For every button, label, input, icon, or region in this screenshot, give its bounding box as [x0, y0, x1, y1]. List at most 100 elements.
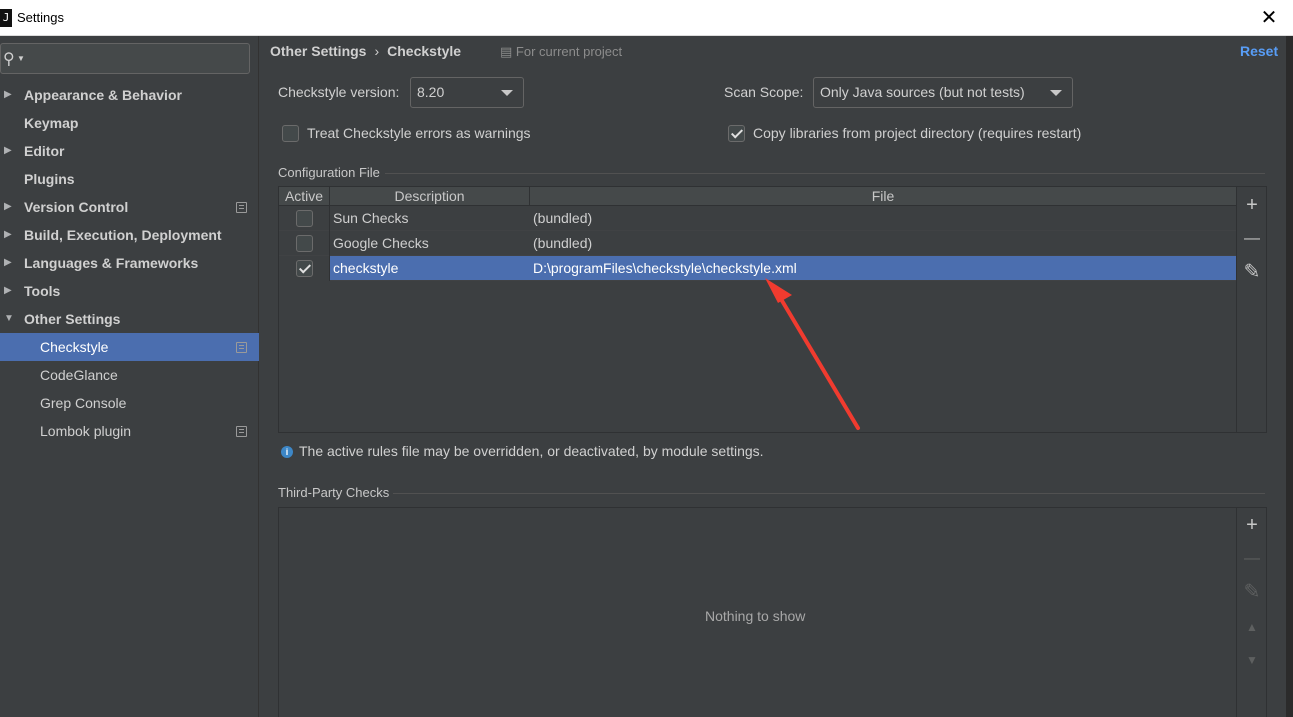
table-header: Active Description File: [279, 187, 1236, 206]
search-options-icon[interactable]: ▼: [17, 54, 25, 63]
intellij-icon: J: [0, 9, 12, 27]
column-header-file[interactable]: File: [530, 187, 1236, 206]
column-header-active[interactable]: Active: [279, 187, 330, 206]
expand-arrow-icon[interactable]: ▶: [4, 193, 12, 221]
third-party-checks-title: Third-Party Checks: [278, 485, 390, 500]
project-settings-icon: [236, 426, 247, 437]
sidebar-item-checkstyle[interactable]: Checkstyle: [0, 333, 259, 361]
project-settings-icon: ▤: [500, 44, 513, 59]
sidebar-item-keymap[interactable]: Keymap: [0, 109, 259, 137]
section-divider: [385, 173, 1265, 174]
sidebar-item-grep-console[interactable]: Grep Console: [0, 389, 259, 417]
minus-icon[interactable]: —: [1237, 224, 1267, 254]
plus-icon[interactable]: +: [1237, 190, 1267, 220]
file-cell: (bundled): [533, 210, 593, 226]
sidebar-item-label: Tools: [24, 283, 61, 299]
sidebar-item-label: Version Control: [24, 199, 129, 215]
breadcrumb-current: Checkstyle: [387, 43, 462, 59]
configuration-file-title: Configuration File: [278, 165, 380, 180]
for-current-project-label: For current project: [515, 44, 623, 59]
active-checkbox[interactable]: [296, 235, 313, 252]
info-text: The active rules file may be overridden,…: [299, 443, 764, 459]
active-checkbox[interactable]: [296, 210, 313, 227]
sidebar-item-build-execution-deployment[interactable]: ▶ Build, Execution, Deployment: [0, 221, 259, 249]
minus-icon[interactable]: —: [1237, 544, 1267, 574]
table-row-selected[interactable]: checkstyle D:\programFiles\checkstyle\ch…: [279, 256, 1236, 281]
sidebar-item-label: Keymap: [24, 115, 79, 131]
scan-scope-value: Only Java sources (but not tests): [820, 84, 1025, 100]
edit-icon[interactable]: ✎: [1237, 577, 1267, 607]
scan-scope-select[interactable]: Only Java sources (but not tests): [813, 77, 1073, 108]
sidebar-item-label: CodeGlance: [40, 367, 118, 383]
configuration-file-panel: Active Description File Sun Checks (bund…: [278, 186, 1267, 433]
breadcrumb: Other Settings › Checkstyle: [270, 43, 461, 59]
checkstyle-version-label: Checkstyle version:: [278, 84, 400, 100]
sidebar-item-plugins[interactable]: Plugins: [0, 165, 259, 193]
sidebar-item-label: Plugins: [24, 171, 75, 187]
third-party-checks-panel: Nothing to show + — ✎ ▲ ▼: [278, 507, 1267, 717]
plus-icon[interactable]: +: [1237, 510, 1267, 540]
checkstyle-version-value: 8.20: [417, 84, 445, 100]
active-cell: [279, 231, 330, 256]
for-current-project-note: ▤ For current project: [500, 44, 622, 60]
sidebar-item-label: Grep Console: [40, 395, 127, 411]
sidebar-item-label: Other Settings: [24, 311, 121, 327]
table-row[interactable]: Google Checks (bundled): [279, 231, 1236, 256]
title-bar: J Settings ✕: [0, 0, 1293, 36]
search-input[interactable]: ⚲ ▼: [0, 43, 250, 74]
active-cell: [279, 256, 330, 281]
close-button[interactable]: ✕: [1259, 7, 1279, 29]
window-title: Settings: [17, 10, 64, 25]
copy-libraries-label: Copy libraries from project directory (r…: [753, 125, 1082, 141]
expand-arrow-icon[interactable]: ▶: [4, 221, 12, 249]
copy-libraries-checkbox[interactable]: [728, 125, 745, 142]
move-down-icon[interactable]: ▼: [1237, 645, 1267, 675]
sidebar-item-lombok-plugin[interactable]: Lombok plugin: [0, 417, 259, 445]
section-divider: [393, 493, 1265, 494]
sidebar-item-codeglance[interactable]: CodeGlance: [0, 361, 259, 389]
checkstyle-version-select[interactable]: 8.20: [410, 77, 524, 108]
sidebar-item-version-control[interactable]: ▶ Version Control: [0, 193, 259, 221]
breadcrumb-separator: ›: [374, 43, 380, 59]
chevron-down-icon: [501, 90, 513, 96]
empty-state-text: Nothing to show: [705, 608, 806, 624]
expand-arrow-icon[interactable]: ▶: [4, 81, 12, 109]
background-window-edge: [1286, 36, 1293, 717]
sidebar-item-appearance-behavior[interactable]: ▶ Appearance & Behavior: [0, 81, 259, 109]
file-cell: (bundled): [533, 235, 593, 251]
description-cell: Sun Checks: [333, 210, 409, 226]
sidebar-item-label: Lombok plugin: [40, 423, 132, 439]
treat-errors-label: Treat Checkstyle errors as warnings: [307, 125, 531, 141]
sidebar-item-label: Languages & Frameworks: [24, 255, 199, 271]
third-party-toolbar: + — ✎ ▲ ▼: [1236, 508, 1266, 717]
breadcrumb-parent[interactable]: Other Settings: [270, 43, 366, 59]
sidebar-item-editor[interactable]: ▶ Editor: [0, 137, 259, 165]
chevron-down-icon: [1050, 90, 1062, 96]
collapse-arrow-icon[interactable]: ▼: [4, 305, 14, 333]
settings-sidebar: ⚲ ▼ ▶ Appearance & Behavior Keymap ▶ Edi…: [0, 36, 259, 717]
project-settings-icon: [236, 202, 247, 213]
move-up-icon[interactable]: ▲: [1237, 612, 1267, 642]
search-icon: ⚲: [3, 51, 15, 68]
sidebar-item-label: Appearance & Behavior: [24, 87, 182, 103]
sidebar-item-label: Build, Execution, Deployment: [24, 227, 222, 243]
project-settings-icon: [236, 342, 247, 353]
expand-arrow-icon[interactable]: ▶: [4, 137, 12, 165]
treat-errors-checkbox[interactable]: [282, 125, 299, 142]
sidebar-item-tools[interactable]: ▶ Tools: [0, 277, 259, 305]
reset-link[interactable]: Reset: [1240, 43, 1278, 59]
sidebar-item-other-settings[interactable]: ▼ Other Settings: [0, 305, 259, 333]
expand-arrow-icon[interactable]: ▶: [4, 249, 12, 277]
expand-arrow-icon[interactable]: ▶: [4, 277, 12, 305]
info-message: i The active rules file may be overridden…: [281, 443, 764, 459]
config-toolbar: + — ✎: [1236, 187, 1266, 432]
sidebar-item-languages-frameworks[interactable]: ▶ Languages & Frameworks: [0, 249, 259, 277]
description-cell: Google Checks: [333, 235, 429, 251]
column-header-description[interactable]: Description: [330, 187, 530, 206]
active-cell: [279, 206, 330, 231]
active-checkbox[interactable]: [296, 260, 313, 277]
sidebar-item-label: Checkstyle: [40, 339, 109, 355]
table-row[interactable]: Sun Checks (bundled): [279, 206, 1236, 231]
edit-icon[interactable]: ✎: [1237, 257, 1267, 287]
file-cell: D:\programFiles\checkstyle\checkstyle.xm…: [533, 260, 797, 276]
